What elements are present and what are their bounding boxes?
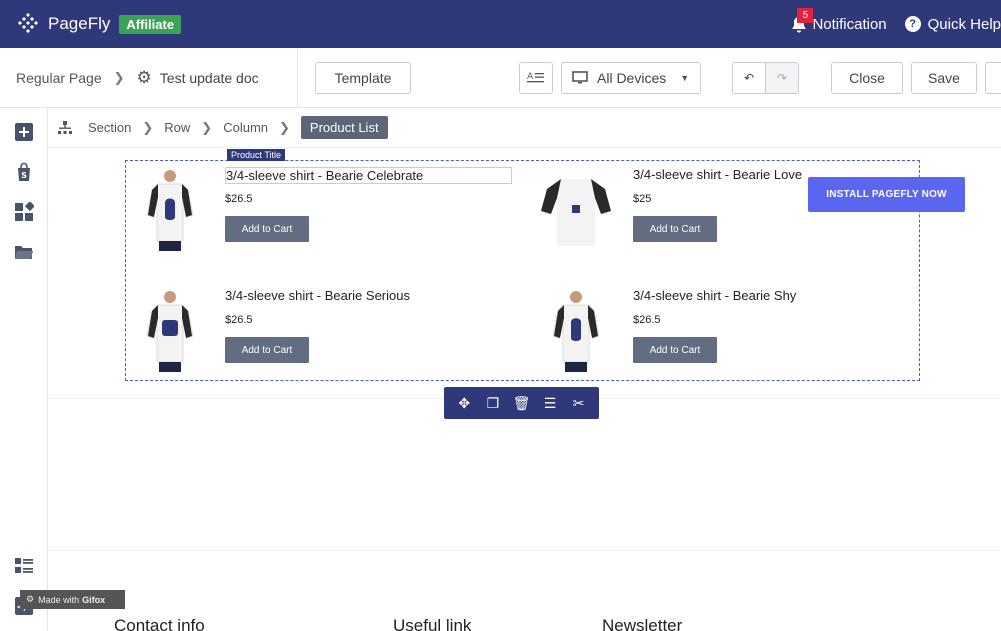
editor-toolbar: Regular Page ❯ ⚙ Test update doc Templat…	[0, 48, 1001, 108]
add-to-cart-button[interactable]: Add to Cart	[633, 216, 717, 242]
redo-icon: ↷	[776, 71, 788, 85]
gear-icon[interactable]: ⚙	[137, 68, 152, 88]
add-element-icon[interactable]	[14, 122, 34, 142]
notification-button[interactable]: 5 Notification	[791, 7, 887, 33]
quick-help-label: Quick Help	[927, 15, 1001, 33]
product-price: $25	[633, 193, 652, 205]
device-label: All Devices	[597, 70, 667, 86]
notification-count-badge: 5	[797, 7, 814, 23]
product-title[interactable]: 3/4-sleeve shirt - Bearie Love	[633, 167, 802, 182]
section-divider	[48, 550, 999, 551]
move-icon[interactable]: ✥	[454, 395, 474, 412]
add-to-cart-label: Add to Cart	[241, 344, 293, 356]
editor-canvas[interactable]: Product Title 3/4-sleeve shirt - Bearie …	[48, 148, 999, 631]
affiliate-badge[interactable]: Affiliate	[119, 14, 182, 34]
product-title[interactable]: 3/4-sleeve shirt - Bearie Shy	[633, 288, 796, 303]
device-select[interactable]: All Devices ▼	[561, 62, 701, 94]
text-align-icon: A	[527, 72, 544, 83]
gifox-watermark: ⚙ Made with Gifox	[20, 590, 125, 609]
gifox-icon: ⚙	[26, 594, 35, 604]
page-name[interactable]: Test update doc	[160, 70, 259, 86]
page-breadcrumb: Regular Page ❯ ⚙ Test update doc	[16, 48, 259, 108]
close-button[interactable]: Close	[831, 62, 903, 94]
template-label: Template	[334, 70, 392, 86]
eraser-icon[interactable]: ✂	[569, 395, 589, 412]
add-to-cart-label: Add to Cart	[649, 344, 701, 356]
product-price: $26.5	[633, 314, 661, 326]
footer-contact-heading: Contact info	[114, 616, 205, 631]
app-name: PageFly	[48, 14, 111, 33]
logo[interactable]: PageFly	[16, 12, 110, 36]
add-to-cart-button[interactable]: Add to Cart	[633, 337, 717, 363]
product-image[interactable]	[533, 167, 619, 253]
undo-button[interactable]: ↶	[732, 62, 766, 94]
folder-icon[interactable]	[14, 242, 34, 262]
element-action-toolbar: ✥ ❐ 🗑 ☰ ✂	[444, 387, 599, 419]
duplicate-icon[interactable]: ❐	[483, 395, 503, 412]
install-pagefly-button[interactable]: INSTALL PAGEFLY NOW	[808, 177, 965, 212]
hierarchy-icon	[58, 120, 72, 134]
pagefly-logo-icon	[18, 13, 38, 33]
breadcrumb-product-list[interactable]: Product List	[300, 116, 388, 139]
chevron-right-icon: ❯	[113, 70, 125, 85]
chevron-right-icon: ❯	[279, 119, 290, 135]
footer-newsletter-heading: Newsletter	[602, 616, 683, 631]
install-pagefly-label: INSTALL PAGEFLY NOW	[826, 189, 947, 200]
product-price: $26.5	[225, 193, 253, 205]
apps-grid-icon[interactable]	[14, 202, 34, 222]
breadcrumb-column[interactable]: Column	[223, 120, 268, 135]
save-button[interactable]: Save	[911, 62, 977, 94]
chevron-right-icon: ❯	[142, 119, 154, 135]
add-to-cart-label: Add to Cart	[241, 223, 293, 235]
product-title[interactable]: 3/4-sleeve shirt - Bearie Celebrate	[225, 167, 512, 184]
redo-button[interactable]: ↷	[765, 62, 799, 94]
quick-help-button[interactable]: ? Quick Help	[904, 15, 1001, 33]
add-to-cart-button[interactable]: Add to Cart	[225, 216, 309, 242]
breadcrumb-section[interactable]: Section	[88, 120, 131, 135]
close-label: Close	[849, 70, 885, 86]
product-image[interactable]	[533, 288, 619, 374]
watermark-brand: Gifox	[82, 594, 106, 605]
save-label: Save	[928, 70, 960, 86]
help-icon: ?	[904, 16, 921, 32]
product-title[interactable]: 3/4-sleeve shirt - Bearie Serious	[225, 288, 410, 303]
product-image[interactable]	[127, 167, 213, 253]
left-sidebar: S </>	[0, 108, 48, 631]
layers-list-icon[interactable]	[14, 556, 34, 576]
undo-icon: ↶	[743, 71, 755, 85]
product-price: $26.5	[225, 314, 253, 326]
toolbar-divider	[297, 48, 298, 108]
notification-label: Notification	[812, 15, 887, 33]
monitor-icon	[572, 71, 588, 84]
chevron-right-icon: ❯	[201, 119, 213, 135]
template-button[interactable]: Template	[315, 62, 411, 94]
publish-button[interactable]	[985, 62, 1001, 94]
svg-text:A: A	[527, 72, 534, 82]
trash-icon[interactable]: 🗑	[511, 395, 531, 412]
element-breadcrumb: Section ❯ Row ❯ Column ❯ Product List	[48, 108, 1001, 148]
breadcrumb-row[interactable]: Row	[164, 120, 190, 135]
svg-text:S: S	[21, 171, 27, 180]
text-format-button[interactable]: A	[519, 62, 553, 94]
add-to-cart-button[interactable]: Add to Cart	[225, 337, 309, 363]
product-image[interactable]	[127, 288, 213, 374]
save-as-template-icon[interactable]: ☰	[540, 395, 560, 412]
product-title-tag: Product Title	[227, 149, 286, 161]
watermark-prefix: Made with	[38, 594, 80, 605]
caret-down-icon: ▼	[680, 73, 690, 83]
page-type-link[interactable]: Regular Page	[16, 70, 102, 86]
footer-useful-link-heading: Useful link	[393, 616, 472, 631]
shopify-bag-icon[interactable]: S	[14, 162, 34, 182]
top-bar: PageFly Affiliate 5 Notification ? Quick…	[0, 0, 1001, 48]
add-to-cart-label: Add to Cart	[649, 223, 701, 235]
